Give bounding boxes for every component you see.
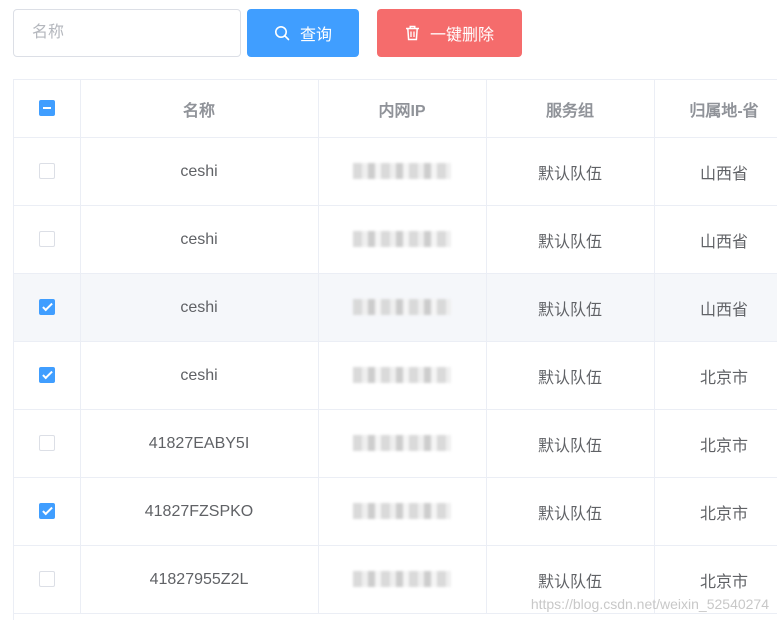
row-province: 北京市 xyxy=(654,409,777,478)
row-ip xyxy=(318,137,487,206)
row-name: ceshi xyxy=(80,273,319,342)
row-group: 默认队伍 xyxy=(486,273,655,342)
data-table: 名称 内网IP 服务组 归属地-省 ceshi 默认队伍 山西省 ceshi 默… xyxy=(13,79,777,620)
row-checkbox[interactable] xyxy=(38,503,55,520)
row-name: 41827955Z2L xyxy=(80,545,319,614)
row-checkbox[interactable] xyxy=(38,231,55,248)
blurred-ip xyxy=(353,299,451,316)
row-group: 默认队伍 xyxy=(486,205,655,274)
column-header-province: 归属地-省 xyxy=(654,80,777,138)
watermark: https://blog.csdn.net/weixin_52540274 xyxy=(530,596,769,612)
row-ip xyxy=(318,409,487,478)
query-button-label: 查询 xyxy=(299,27,332,44)
row-ip xyxy=(318,341,487,410)
row-name: 41827EABY5I xyxy=(80,409,319,478)
row-checkbox[interactable] xyxy=(38,435,55,452)
column-header-ip: 内网IP xyxy=(318,80,487,138)
table-row[interactable]: ceshi 默认队伍 山西省 xyxy=(14,205,777,274)
toolbar: 查询 一键删除 xyxy=(0,0,777,70)
row-group: 默认队伍 xyxy=(486,137,655,206)
table-row[interactable]: ceshi 默认队伍 山西省 xyxy=(14,273,777,342)
search-icon xyxy=(274,25,290,41)
row-name: ceshi xyxy=(80,341,319,410)
row-ip xyxy=(318,273,487,342)
delete-all-button-label: 一键删除 xyxy=(429,27,494,44)
trash-icon xyxy=(405,25,420,41)
table-row[interactable]: 41827FZSPKO 默认队伍 北京市 xyxy=(14,477,777,546)
row-ip xyxy=(318,477,487,546)
table-row[interactable]: ceshi 默认队伍 山西省 xyxy=(14,137,777,206)
row-province: 山西省 xyxy=(654,205,777,274)
blurred-ip xyxy=(353,571,451,588)
row-checkbox[interactable] xyxy=(38,299,55,316)
select-all-cell xyxy=(14,80,81,138)
row-checkbox[interactable] xyxy=(38,367,55,384)
row-name: 41827FZSPKO xyxy=(80,477,319,546)
blurred-ip xyxy=(353,163,451,180)
row-checkbox[interactable] xyxy=(38,163,55,180)
row-province: 山西省 xyxy=(654,273,777,342)
blurred-ip xyxy=(353,435,451,452)
row-group: 默认队伍 xyxy=(486,477,655,546)
blurred-ip xyxy=(353,231,451,248)
row-name: ceshi xyxy=(80,205,319,274)
delete-all-button[interactable]: 一键删除 xyxy=(377,9,522,57)
row-group: 默认队伍 xyxy=(486,409,655,478)
row-checkbox[interactable] xyxy=(38,571,55,588)
row-province: 北京市 xyxy=(654,477,777,546)
row-province: 山西省 xyxy=(654,137,777,206)
row-province: 北京市 xyxy=(654,341,777,410)
table-row[interactable]: 41827EABY5I 默认队伍 北京市 xyxy=(14,409,777,478)
column-header-name: 名称 xyxy=(80,80,319,138)
row-group: 默认队伍 xyxy=(486,341,655,410)
table-header-row: 名称 内网IP 服务组 归属地-省 xyxy=(14,80,777,138)
row-ip xyxy=(318,545,487,614)
column-header-group: 服务组 xyxy=(486,80,655,138)
table-row[interactable]: ceshi 默认队伍 北京市 xyxy=(14,341,777,410)
query-button[interactable]: 查询 xyxy=(247,9,359,57)
blurred-ip xyxy=(353,503,451,520)
row-ip xyxy=(318,205,487,274)
row-name: ceshi xyxy=(80,137,319,206)
search-input[interactable] xyxy=(13,9,241,57)
blurred-ip xyxy=(353,367,451,384)
select-all-checkbox[interactable] xyxy=(38,100,55,117)
